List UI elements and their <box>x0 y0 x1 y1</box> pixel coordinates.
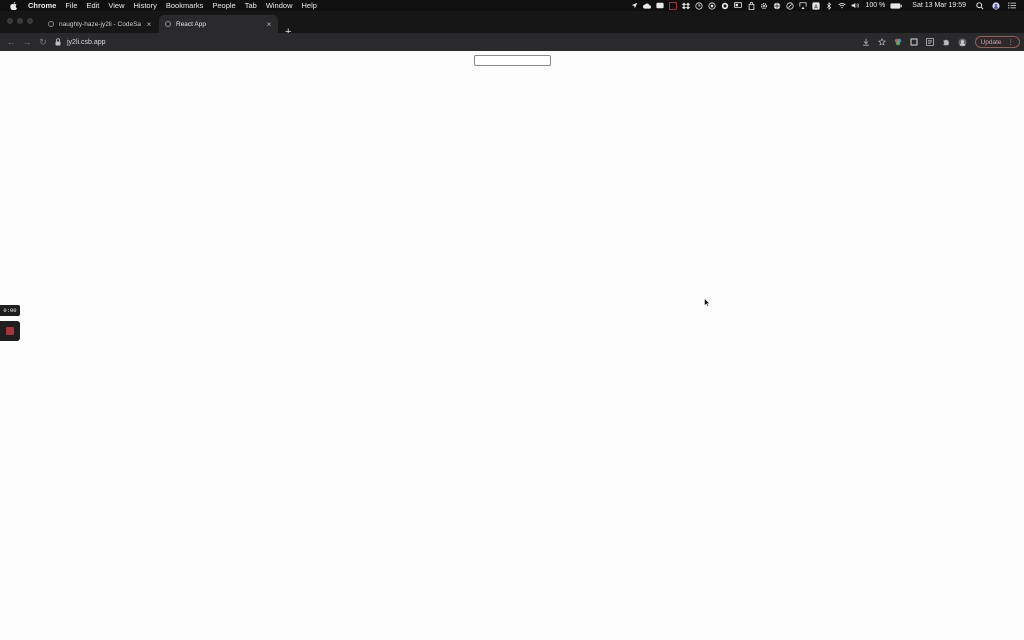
screen-icon[interactable] <box>656 2 665 10</box>
tab-title: React App <box>176 20 206 28</box>
close-window-button[interactable] <box>7 18 13 24</box>
page-viewport: 0:00 <box>0 51 1024 640</box>
menu-people[interactable]: People <box>212 1 235 10</box>
eye-icon[interactable] <box>721 2 729 10</box>
recording-timer: 0:00 <box>0 305 20 316</box>
tab-codesandbox[interactable]: naughty-haze-jy2li - CodeSa × <box>42 15 158 33</box>
tab-react-app[interactable]: React App × <box>159 15 278 33</box>
clock-icon[interactable] <box>695 1 704 10</box>
menu-dots-icon: ⋮ <box>1007 39 1015 46</box>
cloud-icon[interactable] <box>643 2 652 10</box>
minimize-window-button[interactable] <box>17 18 23 24</box>
menu-chrome[interactable]: Chrome <box>28 1 56 10</box>
reader-extension-icon[interactable] <box>926 38 935 47</box>
macos-menu-bar: Chrome File Edit View History Bookmarks … <box>0 0 1024 11</box>
react-favicon-icon <box>165 21 171 27</box>
gear-icon[interactable] <box>760 2 768 10</box>
dropbox-icon[interactable] <box>682 2 691 10</box>
lock-icon[interactable] <box>55 38 62 46</box>
color-picker-extension-icon[interactable] <box>894 38 903 47</box>
profile-avatar-icon[interactable] <box>957 37 967 47</box>
menu-tab[interactable]: Tab <box>245 1 257 10</box>
mouse-cursor-icon <box>704 298 710 307</box>
user-avatar-icon[interactable] <box>992 1 1000 10</box>
menu-help[interactable]: Help <box>302 1 317 10</box>
browser-tab-strip: naughty-haze-jy2li - CodeSa × React App … <box>0 11 1024 38</box>
text-input[interactable] <box>474 55 551 66</box>
apple-icon[interactable] <box>10 1 18 10</box>
menu-file[interactable]: File <box>65 1 77 10</box>
status-tray: A 100 % Sat 13 Mar 19:59 <box>625 0 1016 11</box>
display-icon[interactable] <box>734 2 743 10</box>
airplay-icon[interactable] <box>799 2 807 10</box>
forward-arrow-icon[interactable]: → <box>22 37 32 47</box>
window-controls <box>7 18 37 24</box>
bluetooth-icon[interactable] <box>825 1 833 10</box>
stop-recording-button[interactable] <box>0 321 20 341</box>
puzzle-extensions-icon[interactable] <box>942 38 951 47</box>
volume-icon[interactable] <box>851 2 860 10</box>
menu-view[interactable]: View <box>108 1 124 10</box>
svg-text:A: A <box>815 4 819 10</box>
address-bar[interactable]: jy2li.csb.app <box>55 36 855 48</box>
menu-window[interactable]: Window <box>266 1 293 10</box>
menu-edit[interactable]: Edit <box>86 1 99 10</box>
browser-toolbar: ← → ↻ jy2li.csb.app Update ⋮ <box>0 33 1024 51</box>
stop-icon <box>6 327 14 335</box>
menu-history[interactable]: History <box>134 1 157 10</box>
bookmark-star-icon[interactable] <box>878 38 887 47</box>
menubar-datetime[interactable]: Sat 13 Mar 19:59 <box>912 2 966 9</box>
codesandbox-favicon-icon <box>48 21 54 27</box>
chrome-update-button[interactable]: Update ⋮ <box>974 36 1020 48</box>
font-icon[interactable]: A <box>812 1 821 10</box>
download-icon[interactable] <box>862 38 871 47</box>
wifi-icon[interactable] <box>838 2 847 10</box>
location-arrow-icon[interactable] <box>630 2 638 10</box>
notification-center-icon[interactable] <box>1008 2 1016 10</box>
timer-icon[interactable] <box>708 1 717 10</box>
tab-close-button[interactable]: × <box>264 20 274 29</box>
update-label: Update <box>980 38 1002 46</box>
bag-icon[interactable] <box>747 1 755 10</box>
tab-title: naughty-haze-jy2li - CodeSa <box>59 20 142 28</box>
battery-percentage: 100 % <box>865 2 886 9</box>
back-arrow-icon[interactable]: ← <box>6 37 16 47</box>
menu-bookmarks[interactable]: Bookmarks <box>166 1 204 10</box>
spotlight-search-icon[interactable] <box>976 1 984 10</box>
pencil-icon[interactable] <box>786 1 795 10</box>
toolbar-actions: Update ⋮ <box>855 35 1020 49</box>
zoom-window-button[interactable] <box>27 18 33 24</box>
battery-icon[interactable] <box>890 2 903 10</box>
extension-grid-icon[interactable] <box>910 38 919 47</box>
address-url[interactable]: jy2li.csb.app <box>67 39 106 46</box>
record-indicator-icon[interactable] <box>669 1 678 10</box>
reload-icon[interactable]: ↻ <box>38 37 48 47</box>
globe-icon[interactable] <box>773 2 781 10</box>
tab-close-button[interactable]: × <box>144 20 154 29</box>
